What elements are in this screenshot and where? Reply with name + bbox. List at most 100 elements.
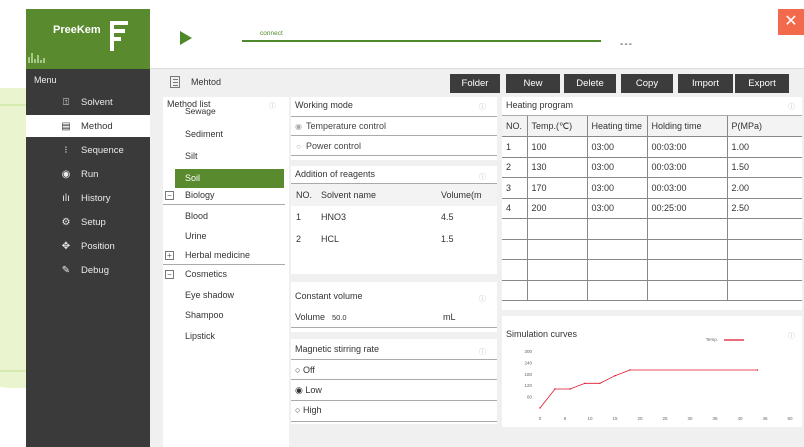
stirring-option-low[interactable]: ◉ Low	[295, 385, 322, 396]
stirring-option-high[interactable]: ○ High	[295, 405, 321, 415]
temp-data-point	[569, 388, 571, 390]
copy-button[interactable]: Copy	[621, 74, 673, 93]
temp-data-point	[584, 382, 586, 384]
working-mode-title: Working mode	[295, 100, 353, 110]
method-item-lipstick[interactable]: Lipstick	[185, 331, 215, 341]
volume-input[interactable]: 50.0	[332, 313, 347, 322]
sidebar-item-label: Solvent	[81, 96, 113, 108]
column-header: Heating time	[587, 116, 648, 137]
method-item-silt[interactable]: Silt	[185, 151, 198, 161]
table-row[interactable]: 1 100 03:00 00:03:00 1.00	[502, 136, 802, 158]
delete-button[interactable]: Delete	[564, 74, 616, 93]
table-cell	[587, 239, 648, 260]
table-cell: 4.5	[441, 212, 454, 222]
logo-text: PreeKem	[53, 24, 101, 36]
expand-icon[interactable]: +	[165, 251, 174, 260]
column-header: NO.	[291, 184, 316, 206]
method-item-sediment[interactable]: Sediment	[185, 129, 223, 139]
table-cell: 03:00	[587, 136, 648, 158]
reagents-panel: Addition of reagents ⓘ NO. Solvent name …	[291, 166, 497, 274]
table-cell: 2	[296, 234, 302, 244]
import-button[interactable]: Import	[678, 74, 733, 93]
table-cell: 200	[527, 198, 588, 219]
info-icon: ⓘ	[479, 104, 486, 111]
method-icon: ▤	[61, 120, 71, 132]
sidebar-item-position[interactable]: ✥ Position	[26, 235, 150, 257]
method-list-panel: Method list ⓘ Sewage Sediment Silt Soil …	[163, 97, 289, 447]
group-biology[interactable]: − Biology	[163, 188, 285, 205]
method-item-blood[interactable]: Blood	[185, 211, 208, 221]
method-item-soil[interactable]: Soil	[175, 169, 284, 188]
reagents-title: Addition of reagents	[295, 169, 376, 179]
app-window: PreeKem Menu ⍐ Solvent ▤ Method ⁝ Sequence ◉ Ru…	[26, 9, 804, 447]
table-cell: HNO3	[321, 212, 347, 222]
table-row[interactable]: 1 HNO3 4.5	[291, 206, 497, 228]
temp-data-point	[756, 369, 759, 371]
stirring-option-off[interactable]: ○ Off	[295, 365, 315, 375]
table-cell: 03:00	[587, 198, 648, 219]
constant-volume-title: Constant volume	[295, 291, 363, 301]
y-tick-label: 60	[527, 395, 533, 400]
debug-icon: ✎	[61, 264, 71, 276]
table-cell: 2.00	[727, 177, 802, 199]
column-header: Temp.(℃)	[527, 116, 588, 137]
x-tick-label: 10	[587, 416, 593, 421]
method-item-eye-shadow[interactable]: Eye shadow	[185, 290, 234, 300]
status-text: ---	[620, 39, 633, 50]
mode-power-control[interactable]: ○ Power control	[295, 141, 361, 151]
mode-temperature-control[interactable]: ◉ Temperature control	[295, 121, 386, 131]
setup-icon: ⚙	[61, 216, 71, 228]
folder-button[interactable]: Folder	[450, 74, 500, 93]
sidebar-item-run[interactable]: ◉ Run	[26, 163, 150, 185]
collapse-icon[interactable]: −	[165, 191, 174, 200]
table-row[interactable]: 2 HCL 1.5	[291, 228, 497, 250]
x-tick-label: 35	[712, 416, 718, 421]
sidebar-item-solvent[interactable]: ⍐ Solvent	[26, 91, 150, 113]
table-row[interactable]: 2 130 03:00 00:03:00 1.50	[502, 157, 802, 178]
table-cell	[727, 239, 802, 260]
table-cell: 130	[527, 157, 588, 178]
table-cell	[727, 218, 802, 240]
group-herbal-medicine[interactable]: + Herbal medicine	[163, 248, 285, 265]
method-item-urine[interactable]: Urine	[185, 231, 207, 241]
table-cell: 1.5	[441, 234, 454, 244]
radio-icon: ○	[296, 142, 301, 151]
table-row[interactable]	[502, 280, 802, 301]
collapse-icon[interactable]: −	[165, 270, 174, 279]
table-row[interactable]	[502, 239, 802, 260]
sidebar-item-method[interactable]: ▤ Method	[26, 115, 150, 137]
table-row[interactable]	[502, 218, 802, 240]
x-tick-label: 0	[539, 416, 542, 421]
sidebar-item-label: Setup	[81, 216, 106, 228]
sidebar-item-sequence[interactable]: ⁝ Sequence	[26, 139, 150, 161]
table-cell	[647, 239, 728, 260]
logo-mark-icon	[110, 21, 130, 51]
export-button[interactable]: Export	[735, 74, 789, 93]
table-row[interactable]: 3 170 03:00 00:03:00 2.00	[502, 177, 802, 199]
x-tick-label: 40	[737, 416, 743, 421]
sidebar-item-history[interactable]: ılı History	[26, 187, 150, 209]
new-button[interactable]: New	[506, 74, 560, 93]
method-item-sewage[interactable]: Sewage	[185, 106, 216, 116]
close-button[interactable]: ✕	[778, 9, 804, 35]
temp-data-point	[614, 375, 616, 377]
table-cell: 00:25:00	[647, 198, 728, 219]
info-icon: ⓘ	[479, 174, 486, 181]
table-row[interactable]	[502, 259, 802, 281]
sidebar: PreeKem Menu ⍐ Solvent ▤ Method ⁝ Sequence ◉ Ru…	[26, 9, 150, 447]
table-row[interactable]: 4 200 03:00 00:25:00 2.50	[502, 198, 802, 219]
table-cell	[527, 259, 588, 281]
table-cell: 00:03:00	[647, 177, 728, 199]
sidebar-item-debug[interactable]: ✎ Debug	[26, 259, 150, 281]
method-item-shampoo[interactable]: Shampoo	[185, 310, 224, 320]
sidebar-item-setup[interactable]: ⚙ Setup	[26, 211, 150, 233]
column-header: Holding time	[647, 116, 728, 137]
sidebar-item-label: Run	[81, 168, 99, 180]
y-tick-label: 120	[524, 383, 532, 388]
column-header: P(MPa)	[727, 116, 802, 137]
temp-data-point	[629, 369, 631, 371]
table-cell: 3	[502, 177, 528, 199]
group-cosmetics[interactable]: − Cosmetics	[163, 267, 285, 284]
simulation-chart: 0 5 10 15 20 25 30 35 40 45 50 300 240 180 120 60 Temp.	[524, 337, 793, 421]
play-icon[interactable]	[180, 31, 192, 45]
